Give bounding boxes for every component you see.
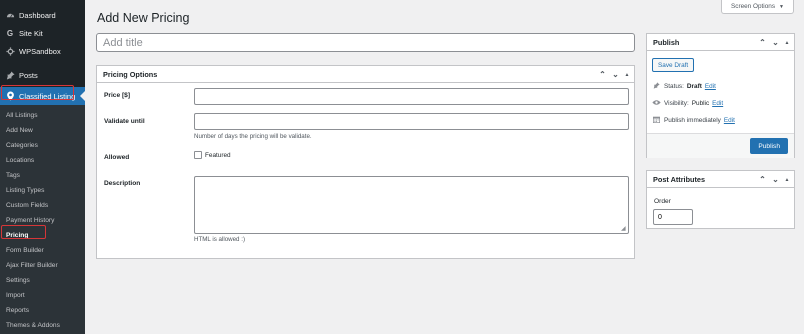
page-title: Add New Pricing [97, 11, 190, 25]
admin-sidebar: Dashboard G Site Kit WPSandbox Posts Cla… [0, 0, 85, 334]
submenu-payment-history[interactable]: Payment History [0, 213, 85, 228]
publish-box: Publish ⌃ ⌄ ▲ Save Draft Status: Draft E… [646, 33, 795, 158]
toggle-panel-icon[interactable]: ▲ [624, 72, 630, 78]
pin-icon [5, 70, 15, 80]
edit-visibility-link[interactable]: Edit [712, 100, 723, 107]
menu-label: Posts [19, 70, 38, 80]
featured-label: Featured [205, 151, 231, 159]
classified-listing-submenu: All Listings Add New Categories Location… [0, 105, 85, 334]
move-down-icon[interactable]: ⌄ [771, 175, 780, 184]
menu-classified-listing[interactable]: Classified Listing [0, 87, 85, 105]
eye-icon [652, 99, 661, 108]
submenu-locations[interactable]: Locations [0, 153, 85, 168]
site-kit-icon: G [6, 28, 14, 38]
visibility-label: Visibility: [664, 100, 689, 107]
publish-time-row: Publish immediately Edit [652, 116, 735, 125]
status-value: Draft [686, 83, 702, 90]
status-row: Status: Draft Edit [652, 82, 716, 91]
publish-actions: Publish [647, 133, 794, 158]
submenu-custom-fields[interactable]: Custom Fields [0, 198, 85, 213]
menu-posts[interactable]: Posts [0, 66, 85, 84]
visibility-value: Public [691, 100, 710, 107]
submenu-ajax-filter-builder[interactable]: Ajax Filter Builder [0, 258, 85, 273]
price-input[interactable] [194, 88, 629, 105]
menu-label: Dashboard [19, 10, 56, 20]
submenu-pricing[interactable]: Pricing [0, 228, 85, 243]
title-input[interactable] [96, 33, 635, 52]
publish-button[interactable]: Publish [750, 138, 788, 154]
box-title: Post Attributes [653, 174, 706, 184]
submenu-settings[interactable]: Settings [0, 273, 85, 288]
menu-wpsandbox[interactable]: WPSandbox [0, 42, 85, 60]
move-up-icon[interactable]: ⌃ [758, 38, 767, 47]
submenu-form-builder[interactable]: Form Builder [0, 243, 85, 258]
status-label: Status: [664, 83, 684, 90]
save-draft-button[interactable]: Save Draft [652, 58, 695, 72]
validate-hint: Number of days the pricing will be valid… [194, 133, 312, 140]
move-up-icon[interactable]: ⌃ [758, 175, 767, 184]
move-down-icon[interactable]: ⌄ [771, 38, 780, 47]
validate-until-label: Validate until [104, 118, 145, 125]
validate-until-input[interactable] [194, 113, 629, 130]
featured-checkbox[interactable] [194, 151, 202, 159]
allowed-label: Allowed [104, 154, 130, 161]
edit-status-link[interactable]: Edit [705, 83, 716, 90]
screen-options-label: Screen Options [730, 3, 776, 10]
menu-site-kit[interactable]: G Site Kit [0, 24, 85, 42]
edit-publish-time-link[interactable]: Edit [724, 117, 735, 124]
description-hint: HTML is allowed :) [194, 236, 246, 243]
submenu-import[interactable]: Import [0, 288, 85, 303]
wpsandbox-icon [5, 46, 15, 56]
toggle-panel-icon[interactable]: ▲ [784, 40, 790, 46]
box-title: Publish [653, 37, 680, 47]
description-textarea[interactable] [194, 176, 629, 234]
screen-options-toggle[interactable]: Screen Options ▼ [721, 0, 794, 14]
resize-grip-icon[interactable]: ◢ [621, 225, 626, 232]
menu-label: WPSandbox [19, 46, 61, 56]
submenu-all-listings[interactable]: All Listings [0, 108, 85, 123]
menu-label: Classified Listing [19, 91, 76, 101]
menu-label: Site Kit [19, 28, 43, 38]
pricing-options-box: Pricing Options ⌃ ⌄ ▲ Price [$] Validate… [96, 65, 635, 259]
featured-option: Featured [194, 151, 231, 159]
submenu-categories[interactable]: Categories [0, 138, 85, 153]
submenu-reports[interactable]: Reports [0, 303, 85, 318]
submenu-tags[interactable]: Tags [0, 168, 85, 183]
dashboard-icon [5, 10, 15, 20]
description-label: Description [104, 180, 141, 187]
box-title: Pricing Options [103, 69, 158, 79]
move-up-icon[interactable]: ⌃ [598, 70, 607, 79]
pin-icon [652, 82, 661, 91]
location-pin-icon [5, 91, 15, 101]
visibility-row: Visibility: Public Edit [652, 99, 723, 108]
publish-header: Publish ⌃ ⌄ ▲ [647, 34, 794, 51]
price-label: Price [$] [104, 92, 131, 99]
order-input[interactable] [653, 209, 693, 225]
pricing-options-header: Pricing Options ⌃ ⌄ ▲ [97, 66, 634, 83]
move-down-icon[interactable]: ⌄ [611, 70, 620, 79]
submenu-themes-addons[interactable]: Themes & Addons [0, 318, 85, 333]
publish-time-label: Publish immediately [664, 117, 721, 124]
menu-dashboard[interactable]: Dashboard [0, 6, 85, 24]
toggle-panel-icon[interactable]: ▲ [784, 177, 790, 183]
submenu-add-new[interactable]: Add New [0, 123, 85, 138]
post-attributes-box: Post Attributes ⌃ ⌄ ▲ Order [646, 170, 795, 229]
order-label: Order [654, 198, 671, 205]
caret-down-icon: ▼ [779, 3, 784, 10]
submenu-listing-types[interactable]: Listing Types [0, 183, 85, 198]
post-attributes-header: Post Attributes ⌃ ⌄ ▲ [647, 171, 794, 188]
calendar-icon [652, 116, 661, 125]
